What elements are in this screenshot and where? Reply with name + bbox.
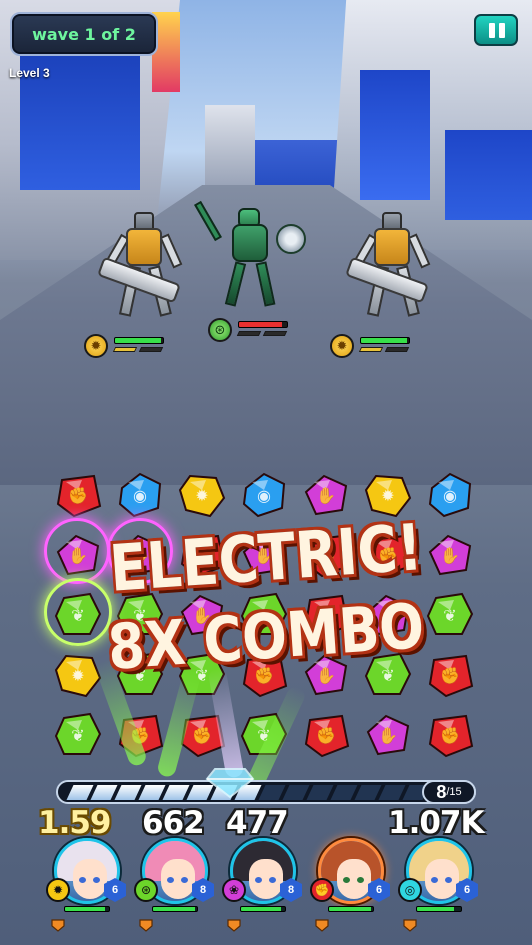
gold-element-icon: ✹ [330, 334, 354, 358]
svg-text:◉: ◉ [443, 486, 457, 505]
gold-element-icon: ✹ [46, 878, 70, 902]
pause-icon [489, 23, 495, 38]
charge-segment [114, 785, 142, 800]
hero-health-bar [328, 906, 374, 912]
svg-text:❦: ❦ [381, 666, 394, 685]
damage-number-middle: 662 [142, 805, 205, 841]
background-building-blue-right-2 [445, 130, 532, 220]
svg-text:◉: ◉ [257, 486, 271, 505]
background-building-blue-left [20, 40, 140, 190]
gem-purple[interactable]: ✋ [300, 468, 352, 520]
charge-current: 8 [436, 781, 447, 802]
background-building-center [205, 105, 255, 185]
charge-max: /15 [446, 786, 462, 798]
background-building-center-blue [255, 140, 345, 190]
charge-segment [90, 785, 118, 800]
gem-yellow[interactable]: ✹ [176, 468, 228, 520]
gem-purple[interactable]: ✋ [362, 708, 414, 760]
charge-counter: 8 /15 [422, 780, 476, 804]
enemy-gold-gunner-right[interactable] [340, 212, 450, 332]
blue-element-icon: ◎ [398, 878, 422, 902]
ability-shield-icon [315, 919, 329, 932]
charge-segment [162, 785, 190, 800]
enemy-green-mech[interactable] [194, 200, 310, 325]
level-label: Level 3 [9, 66, 50, 80]
enemy-gold-gunner-left[interactable] [92, 212, 202, 332]
svg-text:✹: ✹ [381, 486, 394, 505]
svg-text:✊: ✊ [316, 726, 336, 745]
svg-text:❦: ❦ [71, 726, 84, 745]
pause-button[interactable] [474, 14, 518, 46]
purple-element-icon: ❀ [222, 878, 246, 902]
ability-shield-icon [227, 919, 241, 932]
gold-element-icon: ✹ [84, 334, 108, 358]
charge-segment [330, 785, 358, 800]
svg-text:✋: ✋ [316, 486, 336, 505]
svg-text:✊: ✊ [192, 726, 212, 745]
charge-segment [354, 785, 382, 800]
ability-shield-icon [403, 919, 417, 932]
hero-dark-hair[interactable]: ❀ 8 [220, 838, 306, 942]
wave-indicator: wave 1 of 2 [10, 12, 158, 56]
enemy-health-bar [238, 321, 288, 328]
hero-health-bar [64, 906, 110, 912]
charge-segment [282, 785, 310, 800]
ability-shield-icon [51, 919, 65, 932]
svg-text:◉: ◉ [133, 486, 147, 505]
charge-segment [66, 785, 94, 800]
gem-green[interactable]: ❦ [52, 708, 104, 760]
charge-segment [306, 785, 334, 800]
charge-segment [138, 785, 166, 800]
svg-text:✊: ✊ [440, 666, 460, 685]
enemy-health-bar [114, 337, 164, 344]
hero-health-bar [240, 906, 286, 912]
enemy-health-bar [360, 337, 410, 344]
hero-red-hair[interactable]: ✊ 6 [308, 838, 394, 942]
hero-health-bar [152, 906, 198, 912]
green-element-icon: ⊛ [208, 318, 232, 342]
svg-text:✹: ✹ [195, 486, 208, 505]
damage-number-right: 1.07K [388, 805, 485, 841]
damage-number-left: 1.59 [38, 805, 111, 841]
gem-blue[interactable]: ◉ [114, 468, 166, 520]
charge-segment [258, 785, 286, 800]
hero-pink-hair[interactable]: ⊛ 8 [132, 838, 218, 942]
buzzsaw-shield [276, 224, 306, 254]
enemy-status-right: ✹ [330, 334, 420, 358]
ability-shield-icon [139, 919, 153, 932]
hero-blonde-wink[interactable]: ✹ 6 [44, 838, 130, 942]
svg-text:✊: ✊ [440, 726, 460, 745]
gem-blue[interactable]: ◉ [238, 468, 290, 520]
svg-text:✋: ✋ [378, 726, 398, 745]
wave-label: wave 1 of 2 [32, 24, 136, 44]
enemy-status-left: ✹ [84, 334, 174, 358]
green-element-icon: ⊛ [134, 878, 158, 902]
gem-red[interactable]: ✊ [52, 468, 104, 520]
gem-red[interactable]: ✊ [300, 708, 352, 760]
damage-number-middle-2: 477 [226, 805, 289, 841]
diamond-crystal-icon [205, 768, 255, 799]
hero-health-bar [416, 906, 462, 912]
enemy-status-center: ⊛ [208, 318, 298, 342]
hero-blonde-braid[interactable]: ◎ 6 [396, 838, 482, 942]
background-building-blue-right [360, 70, 430, 200]
charge-segment [378, 785, 406, 800]
svg-text:✊: ✊ [68, 486, 88, 505]
charge-meter [56, 780, 476, 804]
red-element-icon: ✊ [310, 878, 334, 902]
gem-red[interactable]: ✊ [424, 708, 476, 760]
